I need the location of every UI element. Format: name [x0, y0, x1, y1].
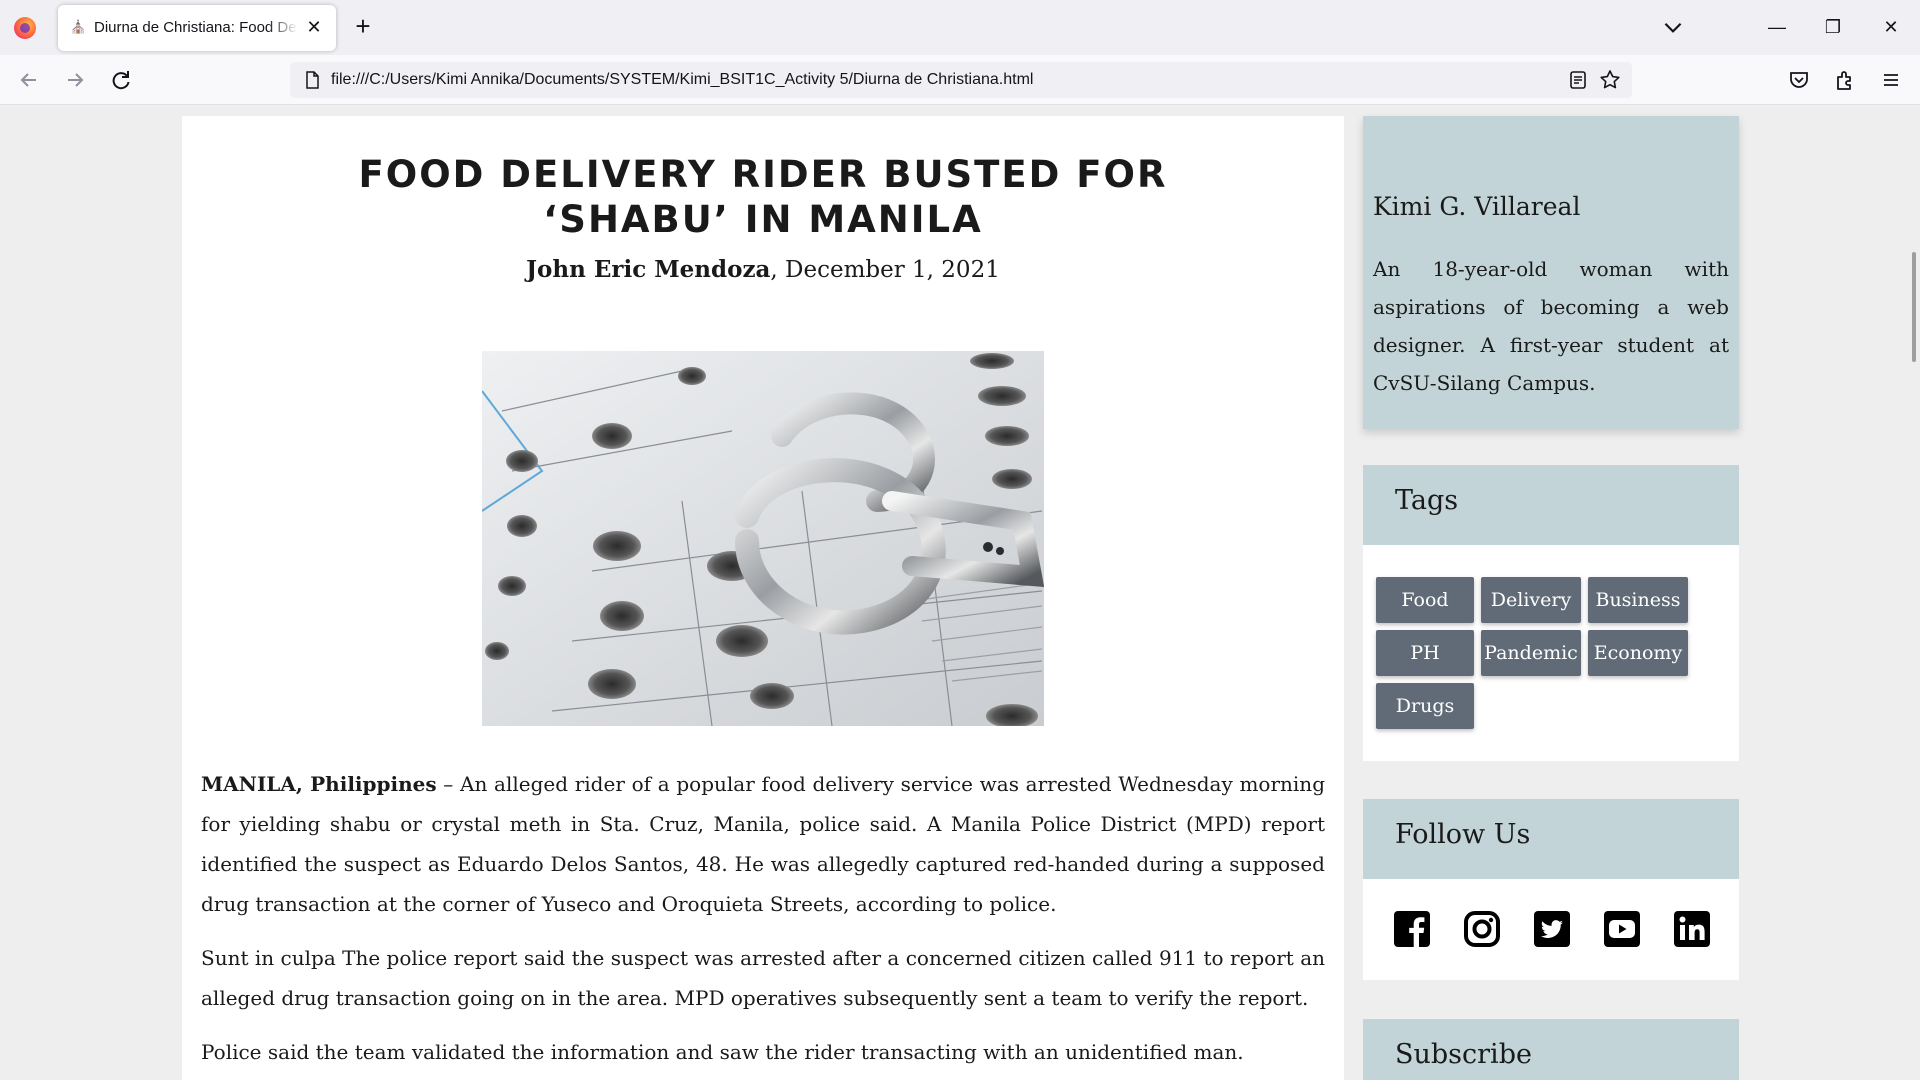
- tag-business[interactable]: Business: [1588, 577, 1688, 623]
- bookmark-star-icon[interactable]: [1598, 68, 1622, 92]
- close-window-button[interactable]: ✕: [1876, 12, 1906, 42]
- tab-title: Diurna de Christiana: Food Delivery Ride…: [94, 19, 298, 36]
- subscribe-header: Subscribe: [1363, 1019, 1739, 1080]
- tab-bar: ⛪ Diurna de Christiana: Food Delivery Ri…: [0, 0, 1920, 55]
- article-container: FOOD DELIVERY RIDER BUSTED FOR ‘SHABU’ I…: [182, 116, 1344, 1080]
- page-viewport: FOOD DELIVERY RIDER BUSTED FOR ‘SHABU’ I…: [0, 106, 1920, 1080]
- minimize-button[interactable]: —: [1762, 12, 1792, 42]
- url-text[interactable]: file:///C:/Users/Kimi Annika/Documents/S…: [331, 71, 1033, 89]
- tab-favicon-icon: ⛪: [70, 19, 87, 34]
- sidebar-author-name: Kimi G. Villareal: [1373, 192, 1581, 221]
- article-title-line-2: ‘SHABU’ IN MANILA: [543, 198, 983, 241]
- tag-ph[interactable]: PH: [1376, 630, 1474, 676]
- subscribe-card: Subscribe: [1363, 1019, 1739, 1080]
- tag-pandemic[interactable]: Pandemic: [1481, 630, 1581, 676]
- article-image-handcuffs: [482, 351, 1044, 726]
- author-name: John Eric Mendoza: [526, 256, 771, 283]
- tag-delivery[interactable]: Delivery: [1481, 577, 1581, 623]
- page-icon: [302, 70, 322, 90]
- tags-header: Tags: [1363, 465, 1739, 545]
- active-tab[interactable]: ⛪ Diurna de Christiana: Food Delivery Ri…: [58, 5, 336, 51]
- twitter-icon[interactable]: [1532, 909, 1572, 949]
- extensions-icon[interactable]: [1830, 65, 1860, 95]
- firefox-logo-icon[interactable]: [14, 17, 36, 39]
- instagram-icon[interactable]: [1462, 909, 1502, 949]
- youtube-icon[interactable]: [1602, 909, 1642, 949]
- forward-arrow-icon[interactable]: [60, 65, 90, 95]
- linkedin-icon[interactable]: [1672, 909, 1712, 949]
- byline-separator: ,: [770, 257, 786, 283]
- reader-view-icon[interactable]: [1566, 68, 1590, 92]
- article-paragraph-3: Police said the team validated the infor…: [201, 1040, 1244, 1064]
- author-bio: An 18-year-old woman with aspirations of…: [1373, 257, 1729, 395]
- follow-heading: Follow Us: [1395, 819, 1531, 850]
- article-title-line-1: FOOD DELIVERY RIDER BUSTED FOR: [358, 153, 1168, 196]
- byline: John Eric Mendoza, December 1, 2021: [182, 256, 1344, 283]
- facebook-icon[interactable]: [1392, 909, 1432, 949]
- tab-list-chevron-icon[interactable]: [1660, 14, 1686, 40]
- navigation-toolbar: file:///C:/Users/Kimi Annika/Documents/S…: [0, 55, 1920, 105]
- restore-button[interactable]: ❐: [1818, 12, 1848, 42]
- new-tab-button[interactable]: +: [348, 12, 378, 42]
- tag-food[interactable]: Food: [1376, 577, 1474, 623]
- dateline: MANILA, Philippines: [201, 772, 437, 796]
- tags-card: Tags Food Delivery Business PH Pandemic …: [1363, 465, 1739, 761]
- tag-economy[interactable]: Economy: [1588, 630, 1688, 676]
- tag-drugs[interactable]: Drugs: [1376, 683, 1474, 729]
- follow-header: Follow Us: [1363, 799, 1739, 879]
- article-paragraph-2: Sunt in culpa The police report said the…: [201, 946, 1325, 1010]
- url-bar[interactable]: file:///C:/Users/Kimi Annika/Documents/S…: [290, 62, 1632, 98]
- back-arrow-icon[interactable]: [14, 65, 44, 95]
- hamburger-menu-icon[interactable]: [1876, 65, 1906, 95]
- tags-body: Food Delivery Business PH Pandemic Econo…: [1363, 545, 1739, 761]
- subscribe-heading: Subscribe: [1395, 1039, 1532, 1070]
- reload-icon[interactable]: [106, 65, 136, 95]
- article-title: FOOD DELIVERY RIDER BUSTED FOR ‘SHABU’ I…: [182, 152, 1344, 242]
- tags-heading: Tags: [1395, 485, 1459, 516]
- follow-body: [1363, 879, 1739, 980]
- tab-close-icon[interactable]: ✕: [302, 15, 326, 39]
- pocket-icon[interactable]: [1784, 65, 1814, 95]
- follow-us-card: Follow Us: [1363, 799, 1739, 980]
- about-author-card: Kimi G. Villareal An 18-year-old woman w…: [1363, 116, 1739, 429]
- scrollbar[interactable]: [1912, 252, 1916, 362]
- publish-date: December 1, 2021: [785, 257, 1000, 283]
- article-paragraph-1: MANILA, Philippines – An alleged rider o…: [201, 764, 1325, 924]
